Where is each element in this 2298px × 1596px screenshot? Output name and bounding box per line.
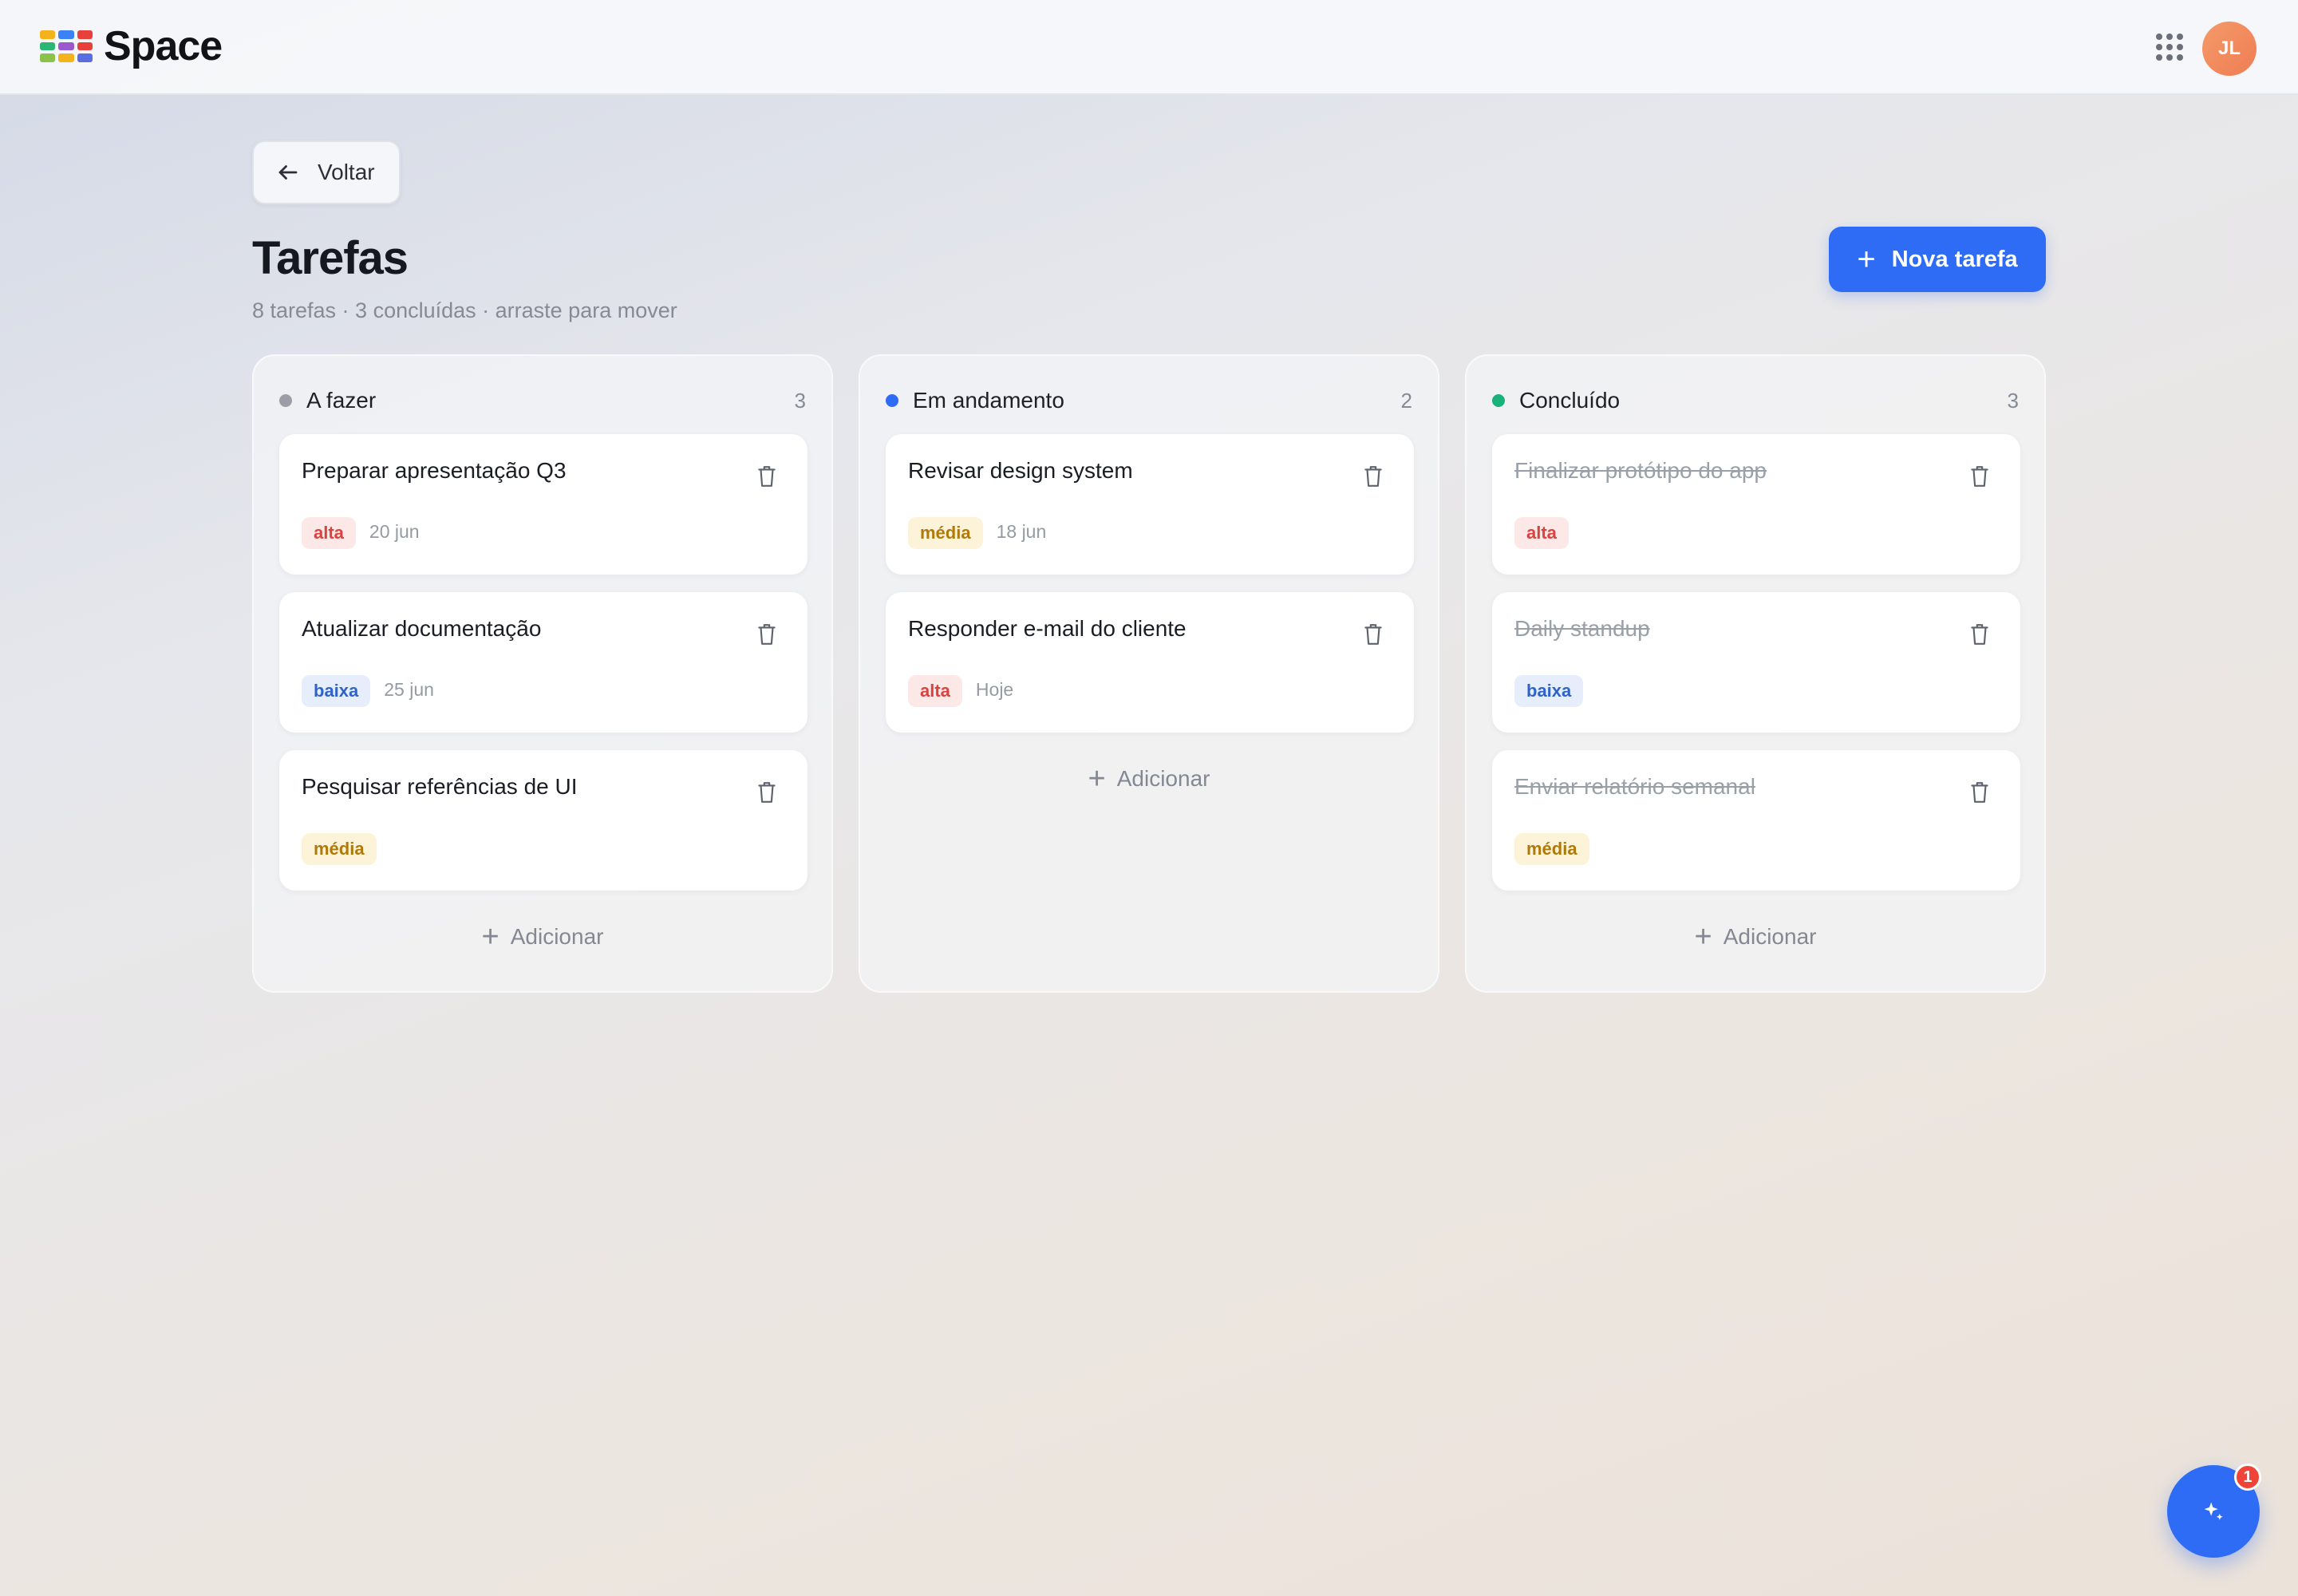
task-title: Preparar apresentação Q3 bbox=[302, 458, 567, 483]
add-task-button[interactable]: + Adicionar bbox=[860, 761, 1438, 796]
trash-icon[interactable] bbox=[1363, 464, 1384, 488]
task-title: Pesquisar referências de UI bbox=[302, 774, 578, 799]
add-task-label: Adicionar bbox=[1723, 924, 1817, 949]
status-dot-icon bbox=[886, 394, 898, 407]
column-em-andamento: Em andamento 2 Revisar design system méd… bbox=[859, 354, 1439, 993]
column-concluido: Concluído 3 Finalizar protótipo do app a… bbox=[1465, 354, 2046, 993]
task-card[interactable]: Responder e-mail do cliente alta Hoje bbox=[886, 592, 1414, 733]
task-title: Finalizar protótipo do app bbox=[1514, 458, 1767, 483]
trash-icon[interactable] bbox=[1969, 780, 1990, 804]
logo-mark-icon bbox=[40, 30, 93, 62]
column-count: 3 bbox=[2007, 388, 2019, 413]
task-card[interactable]: Enviar relatório semanal média bbox=[1492, 750, 2020, 891]
trash-icon[interactable] bbox=[756, 464, 777, 488]
priority-badge: média bbox=[302, 833, 377, 865]
trash-icon[interactable] bbox=[756, 780, 777, 804]
sparkle-icon bbox=[2204, 1502, 2223, 1520]
trash-icon[interactable] bbox=[1969, 622, 1990, 646]
task-meta: média bbox=[302, 833, 377, 865]
task-meta: baixa 25 jun bbox=[302, 675, 434, 707]
column-header: Em andamento 2 bbox=[886, 385, 1412, 417]
new-task-button[interactable]: + Nova tarefa bbox=[1829, 227, 2046, 292]
column-title: A fazer bbox=[306, 388, 377, 413]
column-header: Concluído 3 bbox=[1492, 385, 2019, 417]
task-card[interactable]: Finalizar protótipo do app alta bbox=[1492, 434, 2020, 575]
trash-icon[interactable] bbox=[756, 622, 777, 646]
task-card[interactable]: Atualizar documentação baixa 25 jun bbox=[279, 592, 807, 733]
status-dot-icon bbox=[279, 394, 292, 407]
task-title: Enviar relatório semanal bbox=[1514, 774, 1755, 799]
notification-badge: 1 bbox=[2234, 1464, 2261, 1491]
add-task-button[interactable]: + Adicionar bbox=[1467, 919, 2044, 954]
task-card[interactable]: Pesquisar referências de UI média bbox=[279, 750, 807, 891]
new-task-label: Nova tarefa bbox=[1891, 246, 2018, 272]
status-dot-icon bbox=[1492, 394, 1505, 407]
back-button[interactable]: Voltar bbox=[252, 140, 401, 204]
priority-badge: alta bbox=[302, 517, 356, 549]
task-meta: média 18 jun bbox=[908, 517, 1046, 549]
priority-badge: alta bbox=[1514, 517, 1569, 549]
top-bar: Space JL bbox=[0, 0, 2298, 95]
plus-icon: + bbox=[1088, 762, 1106, 796]
back-button-label: Voltar bbox=[318, 160, 375, 184]
column-header: A fazer 3 bbox=[279, 385, 806, 417]
task-title: Daily standup bbox=[1514, 616, 1650, 641]
add-task-button[interactable]: + Adicionar bbox=[254, 919, 831, 954]
priority-badge: alta bbox=[908, 675, 962, 707]
priority-badge: média bbox=[908, 517, 983, 549]
trash-icon[interactable] bbox=[1363, 622, 1384, 646]
due-date: 25 jun bbox=[384, 678, 434, 700]
column-count: 3 bbox=[794, 388, 806, 413]
add-task-label: Adicionar bbox=[510, 924, 604, 949]
plus-icon: + bbox=[1857, 242, 1876, 277]
add-task-label: Adicionar bbox=[1116, 766, 1210, 791]
page-title: Tarefas bbox=[252, 232, 409, 284]
arrow-left-icon bbox=[278, 165, 298, 180]
task-card[interactable]: Daily standup baixa bbox=[1492, 592, 2020, 733]
task-meta: média bbox=[1514, 833, 1589, 865]
apps-grid-icon[interactable] bbox=[2156, 34, 2183, 61]
plus-icon: + bbox=[1694, 920, 1712, 954]
column-count: 2 bbox=[1400, 388, 1412, 413]
app-name: Space bbox=[104, 23, 223, 69]
column-a-fazer: A fazer 3 Preparar apresentação Q3 alta … bbox=[252, 354, 833, 993]
task-card[interactable]: Revisar design system média 18 jun bbox=[886, 434, 1414, 575]
column-title: Concluído bbox=[1519, 388, 1621, 413]
due-date: Hoje bbox=[975, 678, 1014, 700]
task-meta: baixa bbox=[1514, 675, 1584, 707]
priority-badge: baixa bbox=[302, 675, 371, 707]
page-subtitle: 8 tarefas · 3 concluídas · arraste para … bbox=[252, 298, 677, 322]
task-title: Revisar design system bbox=[908, 458, 1133, 483]
due-date: 20 jun bbox=[369, 520, 420, 542]
priority-badge: média bbox=[1514, 833, 1589, 865]
priority-badge: baixa bbox=[1514, 675, 1584, 707]
trash-icon[interactable] bbox=[1969, 464, 1990, 488]
app-logo[interactable]: Space bbox=[40, 23, 223, 69]
column-title: Em andamento bbox=[913, 388, 1064, 413]
task-meta: alta 20 jun bbox=[302, 517, 420, 549]
due-date: 18 jun bbox=[996, 520, 1047, 542]
task-meta: alta Hoje bbox=[908, 675, 1013, 707]
task-title: Responder e-mail do cliente bbox=[908, 616, 1187, 641]
plus-icon: + bbox=[481, 920, 499, 954]
task-card[interactable]: Preparar apresentação Q3 alta 20 jun bbox=[279, 434, 807, 575]
task-meta: alta bbox=[1514, 517, 1569, 549]
task-title: Atualizar documentação bbox=[302, 616, 542, 641]
avatar[interactable]: JL bbox=[2202, 22, 2257, 76]
